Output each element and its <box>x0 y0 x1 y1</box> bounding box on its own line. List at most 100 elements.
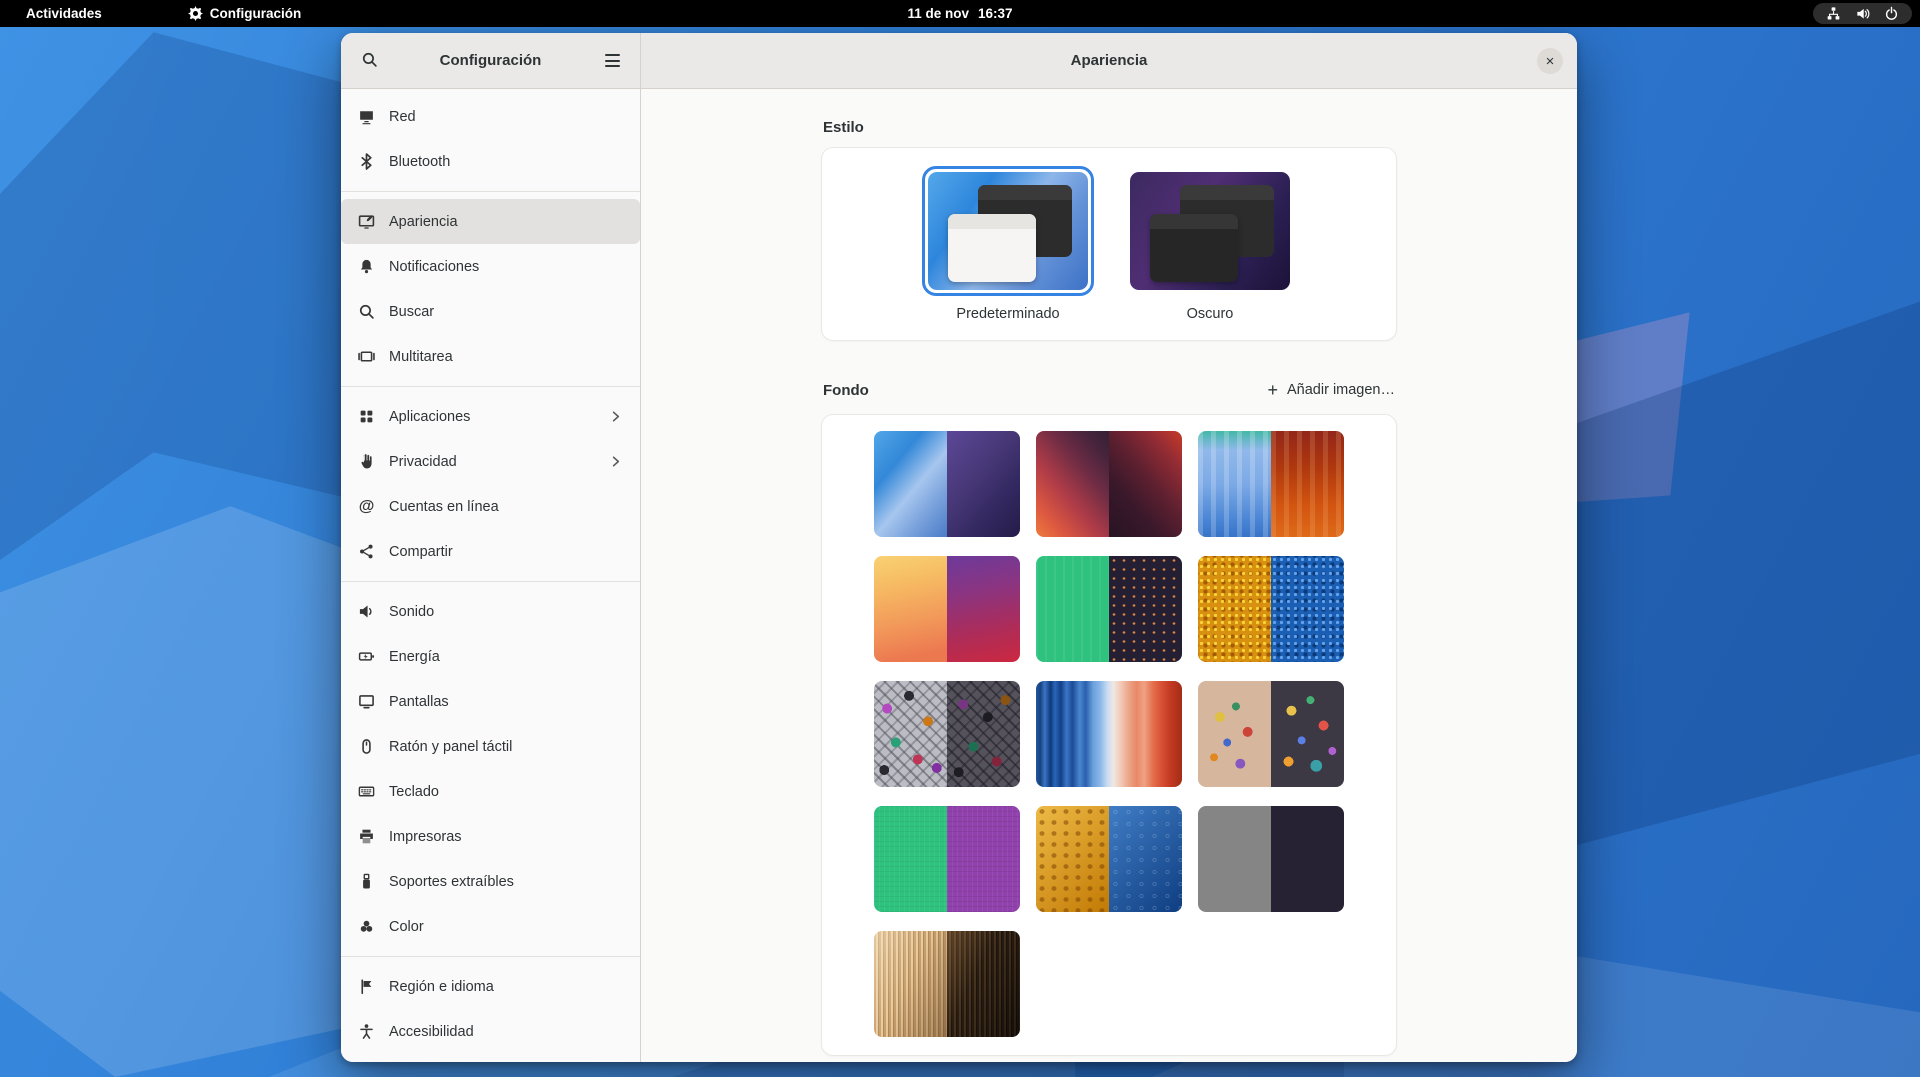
sidebar-divider <box>341 191 640 192</box>
wallpaper-light-half <box>874 931 947 1037</box>
close-icon: × <box>1546 54 1555 69</box>
background-section-label: Fondo <box>823 382 869 399</box>
sidebar-item-label: Región e idioma <box>389 979 494 995</box>
wallpaper-waves-orange-purple[interactable] <box>874 556 1020 662</box>
sidebar-item-label: Impresoras <box>389 829 462 845</box>
network-icon <box>358 108 375 125</box>
background-card <box>821 414 1397 1056</box>
gear-icon <box>188 6 203 21</box>
mouse-icon <box>358 738 375 755</box>
wallpaper-light-half <box>1198 806 1271 912</box>
wallpaper-blue-geometric[interactable] <box>874 431 1020 537</box>
sidebar-item-apps[interactable]: Aplicaciones <box>341 394 640 439</box>
style-option-label: Predeterminado <box>922 306 1094 322</box>
sidebar-item-label: Cuentas en línea <box>389 499 499 515</box>
multitask-icon <box>358 348 375 365</box>
speaker-icon <box>358 603 375 620</box>
accessibility-icon <box>358 1023 375 1040</box>
sidebar-divider <box>341 386 640 387</box>
sidebar-item-network[interactable]: Red <box>341 94 640 139</box>
sidebar-item-hand[interactable]: Privacidad <box>341 439 640 484</box>
main-panel: Apariencia × Estilo PredeterminadoOscuro… <box>641 33 1577 1062</box>
sidebar-item-label: Energía <box>389 649 440 665</box>
app-indicator[interactable]: Configuración <box>188 6 302 21</box>
bluetooth-icon <box>358 153 375 170</box>
at-icon: @ <box>358 498 375 515</box>
wallpaper-dark-half <box>1109 431 1182 537</box>
clock-date: 11 de nov <box>907 6 969 21</box>
wallpaper-climate-stripes[interactable] <box>1036 681 1182 787</box>
wallpaper-honeycomb-molecules[interactable] <box>1036 806 1182 912</box>
wallpaper-light-half <box>874 806 947 912</box>
style-preview-frame <box>1124 166 1296 296</box>
wallpaper-drips-blue-orange[interactable] <box>1198 431 1344 537</box>
wallpaper-dark-half <box>1271 806 1344 912</box>
menu-button[interactable] <box>596 45 628 77</box>
sidebar-item-label: Ratón y panel táctil <box>389 739 512 755</box>
wallpaper-wood-stripes[interactable] <box>874 931 1020 1037</box>
wallpaper-light-half <box>1036 556 1109 662</box>
wallpaper-dark-half <box>1271 556 1344 662</box>
wallpaper-plain-gray-dark[interactable] <box>1198 806 1344 912</box>
preview-front-window <box>1150 214 1238 282</box>
style-preview-default <box>928 172 1088 290</box>
style-section-label: Estilo <box>823 119 1397 136</box>
add-image-button[interactable]: + Añadir imagen… <box>1265 377 1397 403</box>
power-icon <box>1884 6 1899 21</box>
volume-icon <box>1855 6 1870 21</box>
sidebar-divider <box>341 956 640 957</box>
wallpaper-fuzzy-flames[interactable] <box>1036 431 1182 537</box>
printer-icon <box>358 828 375 845</box>
wallpaper-scales-confetti[interactable] <box>874 681 1020 787</box>
sidebar-item-mouse[interactable]: Ratón y panel táctil <box>341 724 640 769</box>
sidebar-item-appearance[interactable]: Apariencia <box>341 199 640 244</box>
sidebar-item-flag[interactable]: Región e idioma <box>341 964 640 1009</box>
sidebar-item-color[interactable]: Color <box>341 904 640 949</box>
sidebar-item-bluetooth[interactable]: Bluetooth <box>341 139 640 184</box>
search-button[interactable] <box>353 45 385 77</box>
sidebar-item-printer[interactable]: Impresoras <box>341 814 640 859</box>
display-icon <box>358 693 375 710</box>
sidebar-item-label: Teclado <box>389 784 439 800</box>
app-indicator-label: Configuración <box>210 6 302 21</box>
sidebar-item-bell[interactable]: Notificaciones <box>341 244 640 289</box>
wallpaper-light-half <box>874 431 947 537</box>
content: Estilo Predeterminado Oscuro Fondo + Añad… <box>641 89 1577 1062</box>
style-option-default[interactable]: Predeterminado <box>922 166 1094 322</box>
wallpaper-fabric-green-purple[interactable] <box>874 806 1020 912</box>
sidebar-item-battery[interactable]: Energía <box>341 634 640 679</box>
sidebar-item-usb[interactable]: Soportes extraíbles <box>341 859 640 904</box>
style-option-dark[interactable]: Oscuro <box>1124 166 1296 322</box>
sidebar-item-users[interactable]: Usuarios <box>341 1054 640 1062</box>
close-button[interactable]: × <box>1537 48 1563 74</box>
sidebar-item-keyboard[interactable]: Teclado <box>341 769 640 814</box>
background-header: Fondo + Añadir imagen… <box>821 377 1397 403</box>
sidebar-header: Configuración <box>341 33 640 89</box>
wallpaper-dark-half <box>1271 431 1344 537</box>
wallpaper-icon-scatter[interactable] <box>1198 681 1344 787</box>
sidebar: Configuración RedBluetooth AparienciaNoti… <box>341 33 641 1062</box>
wallpaper-green-dashes[interactable] <box>1036 556 1182 662</box>
battery-icon <box>358 648 375 665</box>
sidebar-item-display[interactable]: Pantallas <box>341 679 640 724</box>
sidebar-item-multitask[interactable]: Multitarea <box>341 334 640 379</box>
color-icon <box>358 918 375 935</box>
top-bar: Actividades Configuración 11 de nov 16:3… <box>0 0 1920 27</box>
sidebar-item-search[interactable]: Buscar <box>341 289 640 334</box>
sidebar-item-share[interactable]: Compartir <box>341 529 640 574</box>
activities-button[interactable]: Actividades <box>18 6 110 21</box>
sidebar-item-label: Pantallas <box>389 694 449 710</box>
wallpaper-dark-half <box>1271 681 1344 787</box>
wallpaper-dark-half <box>947 681 1020 787</box>
sidebar-item-at[interactable]: @ Cuentas en línea <box>341 484 640 529</box>
style-options: Predeterminado Oscuro <box>922 166 1296 322</box>
sidebar-item-label: Multitarea <box>389 349 453 365</box>
wallpaper-light-half <box>1036 431 1109 537</box>
system-tray[interactable] <box>1813 3 1912 24</box>
wallpaper-pixel-mosaic[interactable] <box>1198 556 1344 662</box>
chevron-right-icon <box>608 454 623 469</box>
sidebar-nav: RedBluetooth AparienciaNotificacionesBusc… <box>341 89 640 1062</box>
sidebar-item-speaker[interactable]: Sonido <box>341 589 640 634</box>
sidebar-item-accessibility[interactable]: Accesibilidad <box>341 1009 640 1054</box>
clock[interactable]: 11 de nov 16:37 <box>907 6 1012 21</box>
